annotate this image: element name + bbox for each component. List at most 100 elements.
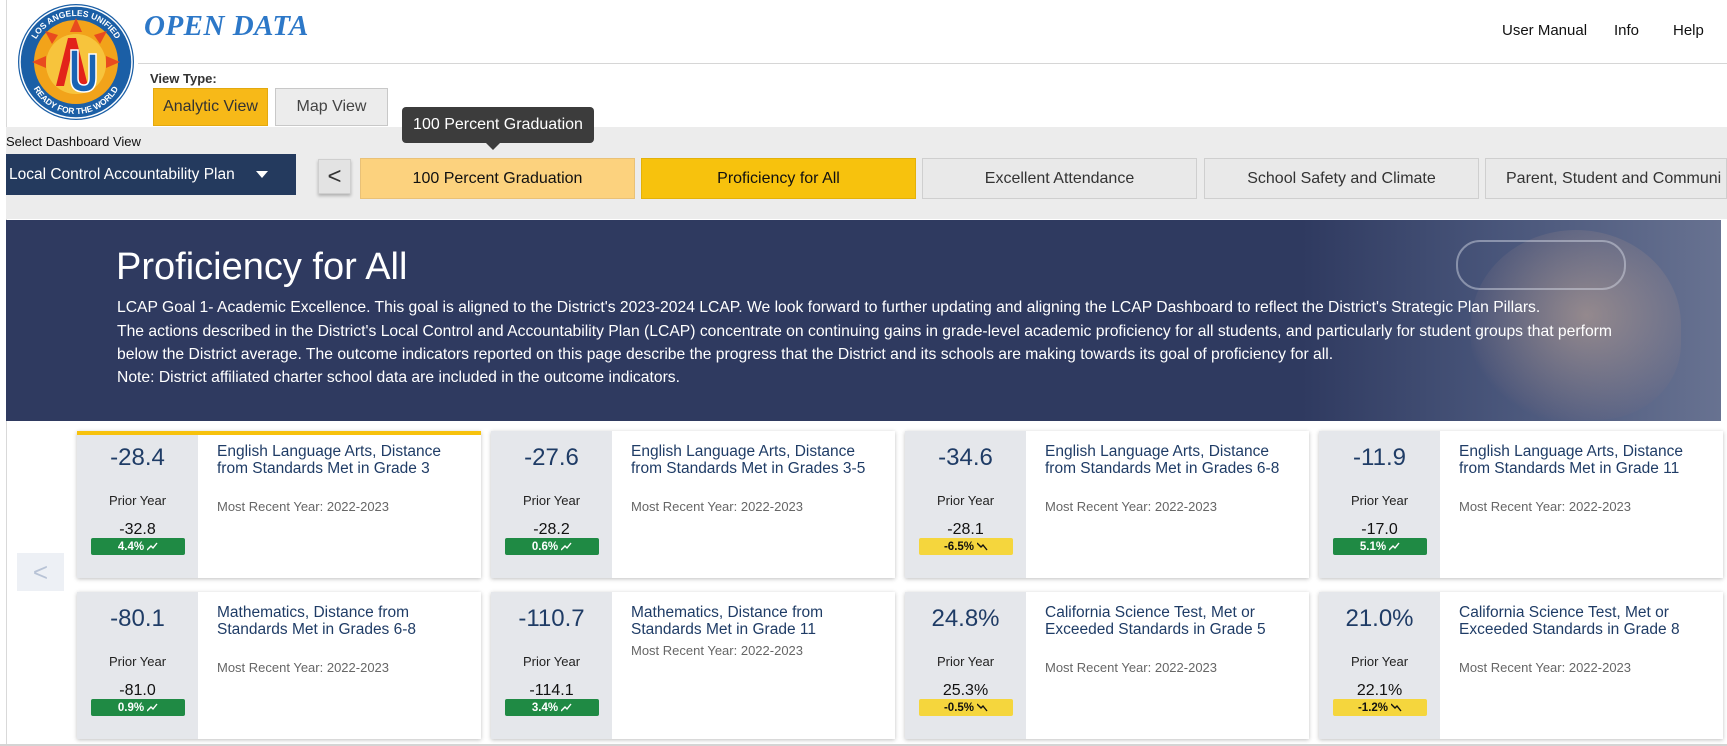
change-value: 4.4%: [117, 540, 145, 553]
tab-parent-student-community[interactable]: Parent, Student and Communi: [1485, 158, 1727, 199]
app-root: LOS ANGELES UNIFIED READY FOR THE WORLD …: [0, 0, 1727, 746]
dashboard-select-value: Local Control Accountability Plan: [9, 165, 235, 183]
prior-year-label: Prior Year: [936, 493, 995, 508]
hero-banner: Proficiency for All LCAP Goal 1- Academi…: [6, 220, 1721, 421]
change-badge: 0.6%: [505, 538, 599, 555]
dashboard-select-label: Select Dashboard View: [6, 134, 141, 149]
change-value: -0.5%: [943, 701, 975, 714]
caret-down-icon: [256, 171, 268, 178]
nav-user-manual[interactable]: User Manual: [1502, 22, 1587, 39]
svg-text:READY FOR THE WORLD: READY FOR THE WORLD: [32, 84, 120, 116]
trend-icon: [147, 703, 158, 712]
metric-title: Mathematics, Distance from Standards Met…: [631, 604, 824, 638]
prior-year-label: Prior Year: [108, 493, 167, 508]
metric-value: -28.4: [110, 444, 165, 471]
metric-title: English Language Arts, Distance from Sta…: [217, 443, 442, 477]
metric-title: English Language Arts, Distance from Sta…: [1459, 443, 1684, 477]
prior-year-value: -28.1: [947, 521, 984, 538]
nav-info[interactable]: Info: [1614, 22, 1639, 39]
trend-icon: [977, 542, 988, 551]
map-view-button[interactable]: Map View: [275, 88, 388, 126]
metric-value: -80.1: [110, 605, 165, 632]
metric-summary-panel: -34.6 Prior Year -28.1 -6.5%: [905, 431, 1026, 578]
metric-card[interactable]: 24.8% Prior Year 25.3% -0.5% California …: [905, 592, 1309, 739]
prior-year-value: -17.0: [1361, 521, 1398, 538]
cards-prev-button[interactable]: <: [17, 553, 64, 591]
metric-value: -110.7: [518, 605, 585, 632]
logo-text-top: LOS ANGELES UNIFIED: [29, 8, 123, 40]
tab-school-safety-and-climate[interactable]: School Safety and Climate: [1204, 158, 1479, 199]
change-badge: 4.4%: [91, 538, 185, 555]
trend-icon: [977, 703, 988, 712]
change-value: -1.2%: [1357, 701, 1389, 714]
tab-proficiency-for-all[interactable]: Proficiency for All: [641, 158, 916, 199]
metric-year: Most Recent Year: 2022-2023: [631, 499, 804, 514]
metric-title: California Science Test, Met or Exceeded…: [1459, 604, 1680, 638]
prior-year-label: Prior Year: [1350, 493, 1409, 508]
prior-year-value: -114.1: [529, 682, 574, 699]
metric-card[interactable]: -80.1 Prior Year -81.0 0.9% Mathematics,…: [77, 592, 481, 739]
prior-year-value: -81.0: [119, 682, 156, 699]
metric-summary-panel: 24.8% Prior Year 25.3% -0.5%: [905, 592, 1026, 739]
metric-card[interactable]: -27.6 Prior Year -28.2 0.6% English Lang…: [491, 431, 895, 578]
prior-year-label: Prior Year: [108, 654, 167, 669]
hero-description-line: below the District average. The outcome …: [117, 346, 1334, 363]
trend-icon: [1391, 703, 1402, 712]
change-badge: 3.4%: [505, 699, 599, 716]
change-badge: -1.2%: [1333, 699, 1427, 716]
change-value: 5.1%: [1359, 540, 1387, 553]
metric-card[interactable]: 21.0% Prior Year 22.1% -1.2% California …: [1319, 592, 1723, 739]
change-badge: -6.5%: [919, 538, 1013, 555]
trend-icon: [561, 703, 572, 712]
metric-title: Mathematics, Distance from Standards Met…: [217, 604, 417, 638]
metric-summary-panel: -80.1 Prior Year -81.0 0.9%: [77, 592, 198, 739]
metric-value: -11.9: [1353, 444, 1406, 471]
prior-year-value: 22.1%: [1356, 682, 1403, 699]
metric-value: 24.8%: [931, 605, 1000, 632]
nav-help[interactable]: Help: [1673, 22, 1704, 39]
header-divider: [138, 63, 1727, 64]
metric-year: Most Recent Year: 2022-2023: [217, 660, 390, 675]
hero-description-line: Note: District affiliated charter school…: [117, 369, 681, 386]
tab-tooltip: 100 Percent Graduation: [402, 107, 594, 143]
tab-excellent-attendance[interactable]: Excellent Attendance: [922, 158, 1197, 199]
prior-year-label: Prior Year: [936, 654, 995, 669]
safety-goggles-shape: [1456, 240, 1626, 290]
metric-year: Most Recent Year: 2022-2023: [217, 499, 390, 514]
change-value: -6.5%: [943, 540, 975, 553]
metric-summary-panel: 21.0% Prior Year 22.1% -1.2%: [1319, 592, 1440, 739]
tabs-prev-button[interactable]: <: [318, 159, 351, 194]
change-value: 3.4%: [531, 701, 559, 714]
prior-year-value: 25.3%: [942, 682, 989, 699]
tab-100-percent-graduation[interactable]: 100 Percent Graduation: [360, 158, 635, 199]
metric-year: Most Recent Year: 2022-2023: [1045, 660, 1218, 675]
change-badge: 0.9%: [91, 699, 185, 716]
hero-student-photo: [1301, 220, 1721, 421]
dashboard-select[interactable]: Local Control Accountability Plan: [6, 154, 296, 195]
lausd-logo[interactable]: LOS ANGELES UNIFIED READY FOR THE WORLD: [16, 2, 136, 122]
metric-card[interactable]: -11.9 Prior Year -17.0 5.1% English Lang…: [1319, 431, 1723, 578]
metric-title: English Language Arts, Distance from Sta…: [1045, 443, 1280, 477]
hero-description-line: LCAP Goal 1- Academic Excellence. This g…: [117, 299, 1541, 316]
site-title[interactable]: OPEN DATA: [144, 10, 309, 43]
trend-icon: [561, 542, 572, 551]
logo-text-bottom: READY FOR THE WORLD: [32, 84, 120, 116]
analytic-view-button[interactable]: Analytic View: [153, 88, 268, 126]
metric-year: Most Recent Year: 2022-2023: [1045, 499, 1218, 514]
svg-text:LOS ANGELES UNIFIED: LOS ANGELES UNIFIED: [29, 8, 123, 40]
metric-year: Most Recent Year: 2022-2023: [1459, 660, 1632, 675]
tooltip-arrow: [486, 143, 500, 150]
change-value: 0.6%: [531, 540, 559, 553]
trend-icon: [147, 542, 158, 551]
metric-card[interactable]: -34.6 Prior Year -28.1 -6.5% English Lan…: [905, 431, 1309, 578]
hero-description-line: The actions described in the District's …: [117, 323, 1612, 340]
metric-card[interactable]: -110.7 Prior Year -114.1 3.4% Mathematic…: [491, 592, 895, 739]
metric-card[interactable]: -28.4 Prior Year -32.8 4.4% English Lang…: [77, 431, 481, 578]
change-value: 0.9%: [117, 701, 145, 714]
change-badge: 5.1%: [1333, 538, 1427, 555]
metric-year: Most Recent Year: 2022-2023: [631, 643, 804, 658]
metric-value: -27.6: [524, 444, 579, 471]
metric-value: -34.6: [938, 444, 993, 471]
metric-summary-panel: -27.6 Prior Year -28.2 0.6%: [491, 431, 612, 578]
metric-summary-panel: -110.7 Prior Year -114.1 3.4%: [491, 592, 612, 739]
